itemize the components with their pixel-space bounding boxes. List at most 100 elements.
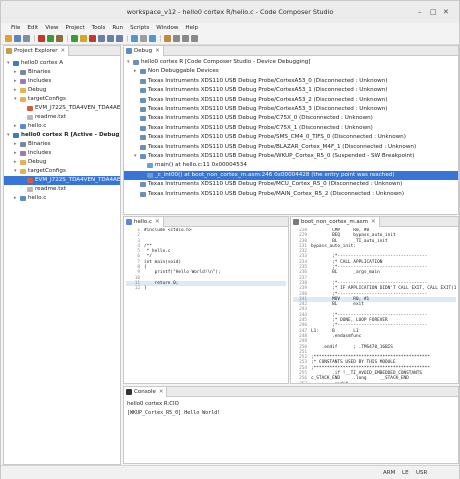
tree-item[interactable]: Texas Instruments XDS110 USB Debug Probe… bbox=[124, 96, 458, 105]
tree-item[interactable]: main() at hello.c:11 0x00004534 bbox=[124, 161, 458, 170]
code-area[interactable]: 228 CMP R0, #0 229 BEQ bypass_auto_init 23… bbox=[293, 228, 456, 383]
tree-item[interactable]: ▾ targetConfigs bbox=[4, 95, 120, 104]
tree-item[interactable]: Texas Instruments XDS110 USB Debug Probe… bbox=[124, 124, 458, 133]
menu-window[interactable]: Window bbox=[156, 23, 178, 33]
history-icon[interactable] bbox=[191, 35, 198, 42]
collapse-arrow-icon[interactable]: ▸ bbox=[14, 158, 17, 167]
tab-console[interactable]: Console ✕ bbox=[124, 387, 168, 397]
code-area[interactable]: 1 #include <stdio.h> 2 3 4/** 5 * hello.c 6 */… bbox=[126, 228, 286, 383]
reset-icon[interactable] bbox=[140, 35, 147, 42]
collapse-arrow-icon[interactable]: ▸ bbox=[14, 149, 17, 158]
tree-item[interactable]: ▸ Includes bbox=[4, 149, 120, 158]
collapse-arrow-icon[interactable]: ▸ bbox=[14, 140, 17, 149]
menu-scripts[interactable]: Scripts bbox=[130, 23, 149, 33]
collapse-arrow-icon[interactable]: ▸ bbox=[14, 86, 17, 95]
menu-file[interactable]: File bbox=[11, 23, 20, 33]
debug-icon[interactable] bbox=[47, 35, 54, 42]
menu-view[interactable]: View bbox=[45, 23, 58, 33]
console-output[interactable]: [WKUP_Cortex_R5_0] Hello World! bbox=[127, 410, 220, 416]
tree-item[interactable]: EVM_J722S_TDA4VEN_TDA4AEN_AM67.ccxml bbox=[4, 104, 120, 113]
binaries-icon bbox=[20, 142, 26, 147]
close-tab-icon[interactable]: ✕ bbox=[371, 219, 376, 225]
collapse-arrow-icon[interactable]: ▸ bbox=[134, 67, 137, 76]
tree-item-label: Texas Instruments XDS110 USB Debug Probe… bbox=[148, 134, 406, 141]
tree-item[interactable]: _c_int00() at boot_non_cortex_m.asm:246 … bbox=[124, 170, 458, 181]
collapse-arrow-icon[interactable]: ▸ bbox=[14, 122, 17, 131]
maximize-icon[interactable]: □ bbox=[430, 8, 437, 16]
resume-icon[interactable] bbox=[71, 35, 78, 42]
tree-item[interactable]: Texas Instruments XDS110 USB Debug Probe… bbox=[124, 190, 458, 199]
tree-item[interactable]: Texas Instruments XDS110 USB Debug Probe… bbox=[124, 114, 458, 123]
back-icon[interactable] bbox=[173, 35, 180, 42]
collapse-arrow-icon[interactable]: ▸ bbox=[14, 77, 17, 86]
expand-arrow-icon[interactable]: ▾ bbox=[14, 95, 17, 104]
tree-item[interactable]: Texas Instruments XDS110 USB Debug Probe… bbox=[124, 86, 458, 95]
flash-icon[interactable] bbox=[56, 35, 63, 42]
tree-item[interactable]: readme.txt bbox=[4, 185, 120, 194]
close-tab-icon[interactable]: ✕ bbox=[159, 389, 164, 395]
menu-run[interactable]: Run bbox=[112, 23, 123, 33]
connect-icon[interactable] bbox=[131, 35, 138, 42]
window-title: workspace_v12 - hello0 cortex R/hello.c … bbox=[126, 8, 334, 16]
build-icon[interactable] bbox=[38, 35, 45, 42]
menu-edit[interactable]: Edit bbox=[27, 23, 38, 33]
expand-arrow-icon[interactable]: ▾ bbox=[127, 58, 130, 67]
close-tab-icon[interactable]: ✕ bbox=[60, 48, 65, 54]
expand-arrow-icon[interactable]: ▾ bbox=[7, 59, 10, 68]
collapse-arrow-icon[interactable]: ▸ bbox=[14, 68, 17, 77]
tree-item[interactable]: ▸ hello.c bbox=[4, 194, 120, 203]
step-into-icon[interactable] bbox=[98, 35, 105, 42]
restart-icon[interactable] bbox=[149, 35, 156, 42]
tree-item[interactable]: Texas Instruments XDS110 USB Debug Probe… bbox=[124, 77, 458, 86]
expand-arrow-icon[interactable]: ▾ bbox=[7, 131, 10, 140]
tree-item[interactable]: EVM_J722S_TDA4VEN_TDA4AEN_AM67.ccxml bbox=[4, 176, 120, 185]
tree-item-label: readme.txt bbox=[35, 114, 66, 120]
menu-tools[interactable]: Tools bbox=[92, 23, 106, 33]
step-return-icon[interactable] bbox=[116, 35, 123, 42]
code-line[interactable]: 12} bbox=[126, 286, 286, 291]
save-icon[interactable] bbox=[14, 35, 21, 42]
suspend-icon[interactable] bbox=[80, 35, 87, 42]
tree-item[interactable]: Texas Instruments XDS110 USB Debug Probe… bbox=[124, 143, 458, 152]
tree-item-label: Texas Instruments XDS110 USB Debug Probe… bbox=[148, 106, 388, 112]
tree-item-label: Texas Instruments XDS110 USB Debug Probe… bbox=[148, 153, 415, 159]
forward-icon[interactable] bbox=[182, 35, 189, 42]
tree-item[interactable]: readme.txt bbox=[4, 113, 120, 122]
close-tab-icon[interactable]: ✕ bbox=[155, 219, 160, 225]
new-icon[interactable] bbox=[5, 35, 12, 42]
tree-item[interactable]: ▸ Debug bbox=[4, 86, 120, 95]
save-all-icon[interactable] bbox=[23, 35, 30, 42]
tree-item[interactable]: ▸ hello.c bbox=[4, 122, 120, 131]
tree-item[interactable]: ▸ Non Debuggable Devices bbox=[124, 67, 458, 76]
menu-help[interactable]: Help bbox=[185, 23, 198, 33]
tree-item[interactable]: ▸ Includes bbox=[4, 77, 120, 86]
terminate-icon[interactable] bbox=[89, 35, 96, 42]
close-tab-icon[interactable]: ✕ bbox=[155, 48, 160, 54]
debug-pane: Debug ✕ ▾ hello0 cortex R [Code Composer S… bbox=[123, 45, 459, 215]
tree-item[interactable]: ▸ Debug bbox=[4, 158, 120, 167]
close-icon[interactable]: ✕ bbox=[443, 8, 449, 16]
tree-item[interactable]: ▸ Binaries bbox=[4, 140, 120, 149]
collapse-arrow-icon[interactable]: ▸ bbox=[14, 194, 17, 203]
search-icon[interactable] bbox=[164, 35, 171, 42]
tree-item[interactable]: Texas Instruments XDS110 USB Debug Probe… bbox=[124, 180, 458, 189]
tree-item[interactable]: Texas Instruments XDS110 USB Debug Probe… bbox=[124, 105, 458, 114]
code-line[interactable]: 257 .endif bbox=[293, 382, 456, 383]
tab-hello-c[interactable]: hello.c ✕ bbox=[124, 217, 164, 227]
tab-debug[interactable]: Debug ✕ bbox=[124, 46, 164, 56]
tree-item[interactable]: ▸ Binaries bbox=[4, 68, 120, 77]
menu-project[interactable]: Project bbox=[66, 23, 85, 33]
tab-boot-asm[interactable]: boot_non_cortex_m.asm ✕ bbox=[291, 217, 380, 227]
tree-item[interactable]: ▾ hello0 cortex A bbox=[4, 59, 120, 68]
tree-item[interactable]: ▾ hello0 cortex R [Active - Debug] bbox=[4, 131, 120, 140]
tree-item[interactable]: ▾ hello0 cortex R [Code Composer Studio -… bbox=[124, 58, 458, 67]
step-over-icon[interactable] bbox=[107, 35, 114, 42]
expand-arrow-icon[interactable]: ▾ bbox=[134, 152, 137, 161]
tab-project-explorer[interactable]: Project Explorer ✕ bbox=[4, 46, 70, 56]
tree-item[interactable]: Texas Instruments XDS110 USB Debug Probe… bbox=[124, 133, 458, 142]
tree-item[interactable]: ▾ targetConfigs bbox=[4, 167, 120, 176]
minimize-icon[interactable]: – bbox=[418, 8, 422, 16]
folder-icon bbox=[20, 160, 26, 165]
expand-arrow-icon[interactable]: ▾ bbox=[14, 167, 17, 176]
tree-item[interactable]: ▾ Texas Instruments XDS110 USB Debug Prob… bbox=[124, 152, 458, 161]
